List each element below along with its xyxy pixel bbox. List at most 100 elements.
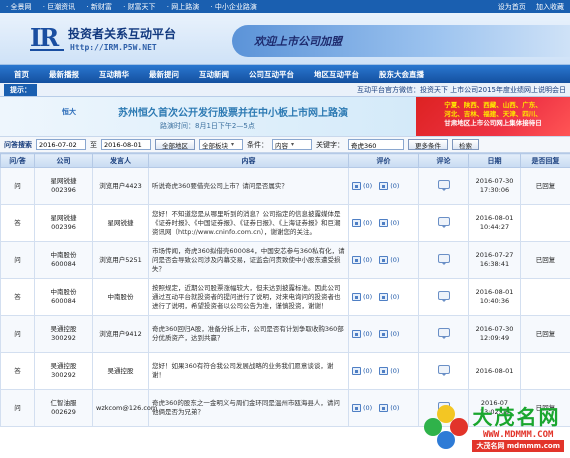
top-link-quanjing[interactable]: 全景网: [6, 3, 31, 11]
row-upvotes: (0): [363, 255, 373, 264]
nav-latest-broadcast[interactable]: 最新播报: [49, 69, 79, 80]
search-bar: 问答搜索 至 全部地区 全部板块 条件： 内容 关键字： 更多条件 检索: [0, 137, 570, 153]
condition-select[interactable]: 内容: [272, 139, 312, 150]
row-content[interactable]: 您好！不知道您是从哪里听到的消息？公司指定的信息披露媒体是《证券时报》、《中国证…: [148, 204, 349, 242]
reception-day-ad[interactable]: 宁夏、陕西、西藏、山西、广东、 河北、吉林、福建、天津、四川、 甘肃地区上市公司…: [416, 97, 570, 136]
set-homepage-link[interactable]: 设为首页: [498, 3, 526, 11]
row-content[interactable]: 奇虎360的股东之一金明义与周们金环同是温州市瓯海县人，请问他俩是否为兄弟？: [148, 389, 349, 427]
notice-scroll-text[interactable]: 互动平台官方微信：投资天下 上市公司2015年度业绩网上说明会日: [357, 85, 566, 95]
row-datetime-cell: 2016-07-30 17:30:06: [468, 167, 521, 205]
row-replied: 已回复: [520, 315, 570, 353]
thumbs-up-icon[interactable]: [352, 182, 361, 190]
row-speaker: 星网锐捷: [92, 204, 149, 242]
row-company-cell[interactable]: 星网锐捷 002396: [34, 167, 93, 205]
qa-table: 问/答 公司 发言人 内容 评价 评论 日期 是否回复 问星网锐捷 002396 浏…: [0, 153, 570, 427]
row-company-cell[interactable]: 仁智油服 002629: [34, 389, 93, 427]
thumbs-up-icon[interactable]: [352, 367, 361, 375]
row-speaker: 浏览用户4423: [92, 167, 149, 205]
row-comment-cell: [418, 389, 469, 427]
thumbs-up-icon[interactable]: [352, 219, 361, 227]
row-comment-cell: [418, 241, 469, 279]
row-stock-code: 300292: [51, 334, 76, 342]
thumbs-up-icon[interactable]: [352, 330, 361, 338]
more-conditions-button[interactable]: 更多条件: [408, 139, 448, 150]
sector-select-value: 全部板块: [202, 141, 228, 150]
row-comment-cell: [418, 167, 469, 205]
keyword-input[interactable]: [348, 139, 404, 150]
roadshow-ad[interactable]: 恒大 苏州恒久首次公开发行股票并在中小板上市网上路演 路演时间：8月1日下午2—…: [0, 97, 416, 136]
ir-logo-mark[interactable]: IR: [30, 23, 64, 52]
thumbs-up-icon[interactable]: [352, 256, 361, 264]
search-button[interactable]: 检索: [452, 139, 479, 150]
thumbs-down-icon[interactable]: [379, 182, 389, 190]
row-content[interactable]: 奇虎360回归A股，准备分拆上市，公司是否有计划争取收购360部分优质资产，达到…: [148, 315, 349, 353]
row-stock-code: 002396: [51, 186, 76, 194]
row-company-cell[interactable]: 星网锐捷 002396: [34, 204, 93, 242]
row-company-name[interactable]: 吴通控股: [38, 325, 89, 334]
row-content[interactable]: 按照规定，近期公司股票涨幅较大，但未达到披露标准。因此公司通过互动平台就投资者的…: [148, 278, 349, 316]
top-link-caifu[interactable]: 财富天下: [123, 3, 155, 11]
thumbs-down-icon[interactable]: [379, 256, 389, 264]
row-comment-cell: [418, 352, 469, 390]
thumbs-up-icon[interactable]: [352, 404, 361, 412]
top-link-roadshow[interactable]: 网上路演: [167, 3, 199, 11]
comment-icon[interactable]: [437, 402, 450, 413]
row-date: 2016-07-27: [475, 251, 514, 259]
row-date: 2016-08-01: [475, 366, 514, 375]
site-title: 投资者关系互动平台: [68, 27, 177, 41]
thumbs-down-icon[interactable]: [379, 293, 389, 301]
row-upvotes: (0): [363, 218, 373, 227]
row-content[interactable]: 听说奇虎360要借壳公司上市？请问是否属实？: [148, 167, 349, 205]
row-company-name[interactable]: 星网锐捷: [38, 214, 89, 223]
nav-region-platform[interactable]: 地区互动平台: [314, 69, 359, 80]
row-company-cell[interactable]: 中南股份 600084: [34, 278, 93, 316]
comment-icon[interactable]: [437, 217, 450, 228]
thumbs-down-icon[interactable]: [379, 330, 389, 338]
row-date: 2016-08-01: [475, 214, 514, 222]
comment-icon[interactable]: [437, 254, 450, 265]
comment-icon[interactable]: [437, 180, 450, 191]
comment-icon[interactable]: [437, 365, 450, 376]
row-content[interactable]: 市场传闻，奇虎360拟借壳600084，中国安芯参与360私有化，请问是否会导致…: [148, 241, 349, 279]
nav-news[interactable]: 互动新闻: [199, 69, 229, 80]
row-replied: [520, 278, 570, 316]
sector-select[interactable]: 全部板块: [199, 139, 243, 150]
nav-highlights[interactable]: 互动精华: [99, 69, 129, 80]
region-button[interactable]: 全部地区: [155, 139, 195, 150]
row-comment-cell: [418, 204, 469, 242]
ad-banner: 恒大 苏州恒久首次公开发行股票并在中小板上市网上路演 路演时间：8月1日下午2—…: [0, 97, 570, 137]
thumbs-down-icon[interactable]: [379, 219, 389, 227]
nav-shareholder-live[interactable]: 股东大会直播: [379, 69, 424, 80]
row-company-cell[interactable]: 吴通控股 300292: [34, 315, 93, 353]
row-company-cell[interactable]: 中南股份 600084: [34, 241, 93, 279]
add-favorite-link[interactable]: 加入收藏: [536, 3, 564, 11]
row-company-name[interactable]: 仁智油服: [38, 399, 89, 408]
row-downvotes: (0): [390, 218, 400, 227]
nav-home[interactable]: 首页: [14, 69, 29, 80]
nav-latest-questions[interactable]: 最新提问: [149, 69, 179, 80]
row-replied: 已回复: [520, 241, 570, 279]
notice-bar: 提示： 互动平台官方微信：投资天下 上市公司2015年度业绩网上说明会日: [0, 83, 570, 97]
row-company-cell[interactable]: 吴通控股 300292: [34, 352, 93, 390]
comment-icon[interactable]: [437, 291, 450, 302]
thumbs-up-icon[interactable]: [352, 293, 361, 301]
row-company-name[interactable]: 中南股份: [38, 251, 89, 260]
row-content[interactable]: 您好！如果360有符合我公司发展战略的业务我们愿意谈谈，谢谢！: [148, 352, 349, 390]
row-date: 2016-08-01: [475, 288, 514, 296]
row-company-name[interactable]: 中南股份: [38, 288, 89, 297]
row-date: 2016-07: [480, 399, 509, 407]
row-time: 10:44:27: [479, 223, 510, 231]
row-datetime-cell: 2016-07 23:02:06: [468, 389, 521, 427]
top-link-sme-roadshow[interactable]: 中小企业路演: [210, 3, 256, 11]
row-company-name[interactable]: 吴通控股: [38, 362, 89, 371]
nav-company-platform[interactable]: 公司互动平台: [249, 69, 294, 80]
thumbs-down-icon[interactable]: [379, 367, 389, 375]
thumbs-down-icon[interactable]: [379, 404, 389, 412]
date-to-input[interactable]: [101, 139, 151, 150]
top-link-xincaifu[interactable]: 新财富: [86, 3, 111, 11]
comment-icon[interactable]: [437, 328, 450, 339]
top-link-juchao[interactable]: 巨潮资讯: [43, 3, 75, 11]
row-company-name[interactable]: 星网锐捷: [38, 177, 89, 186]
row-kind: 问: [0, 241, 35, 279]
date-from-input[interactable]: [36, 139, 86, 150]
